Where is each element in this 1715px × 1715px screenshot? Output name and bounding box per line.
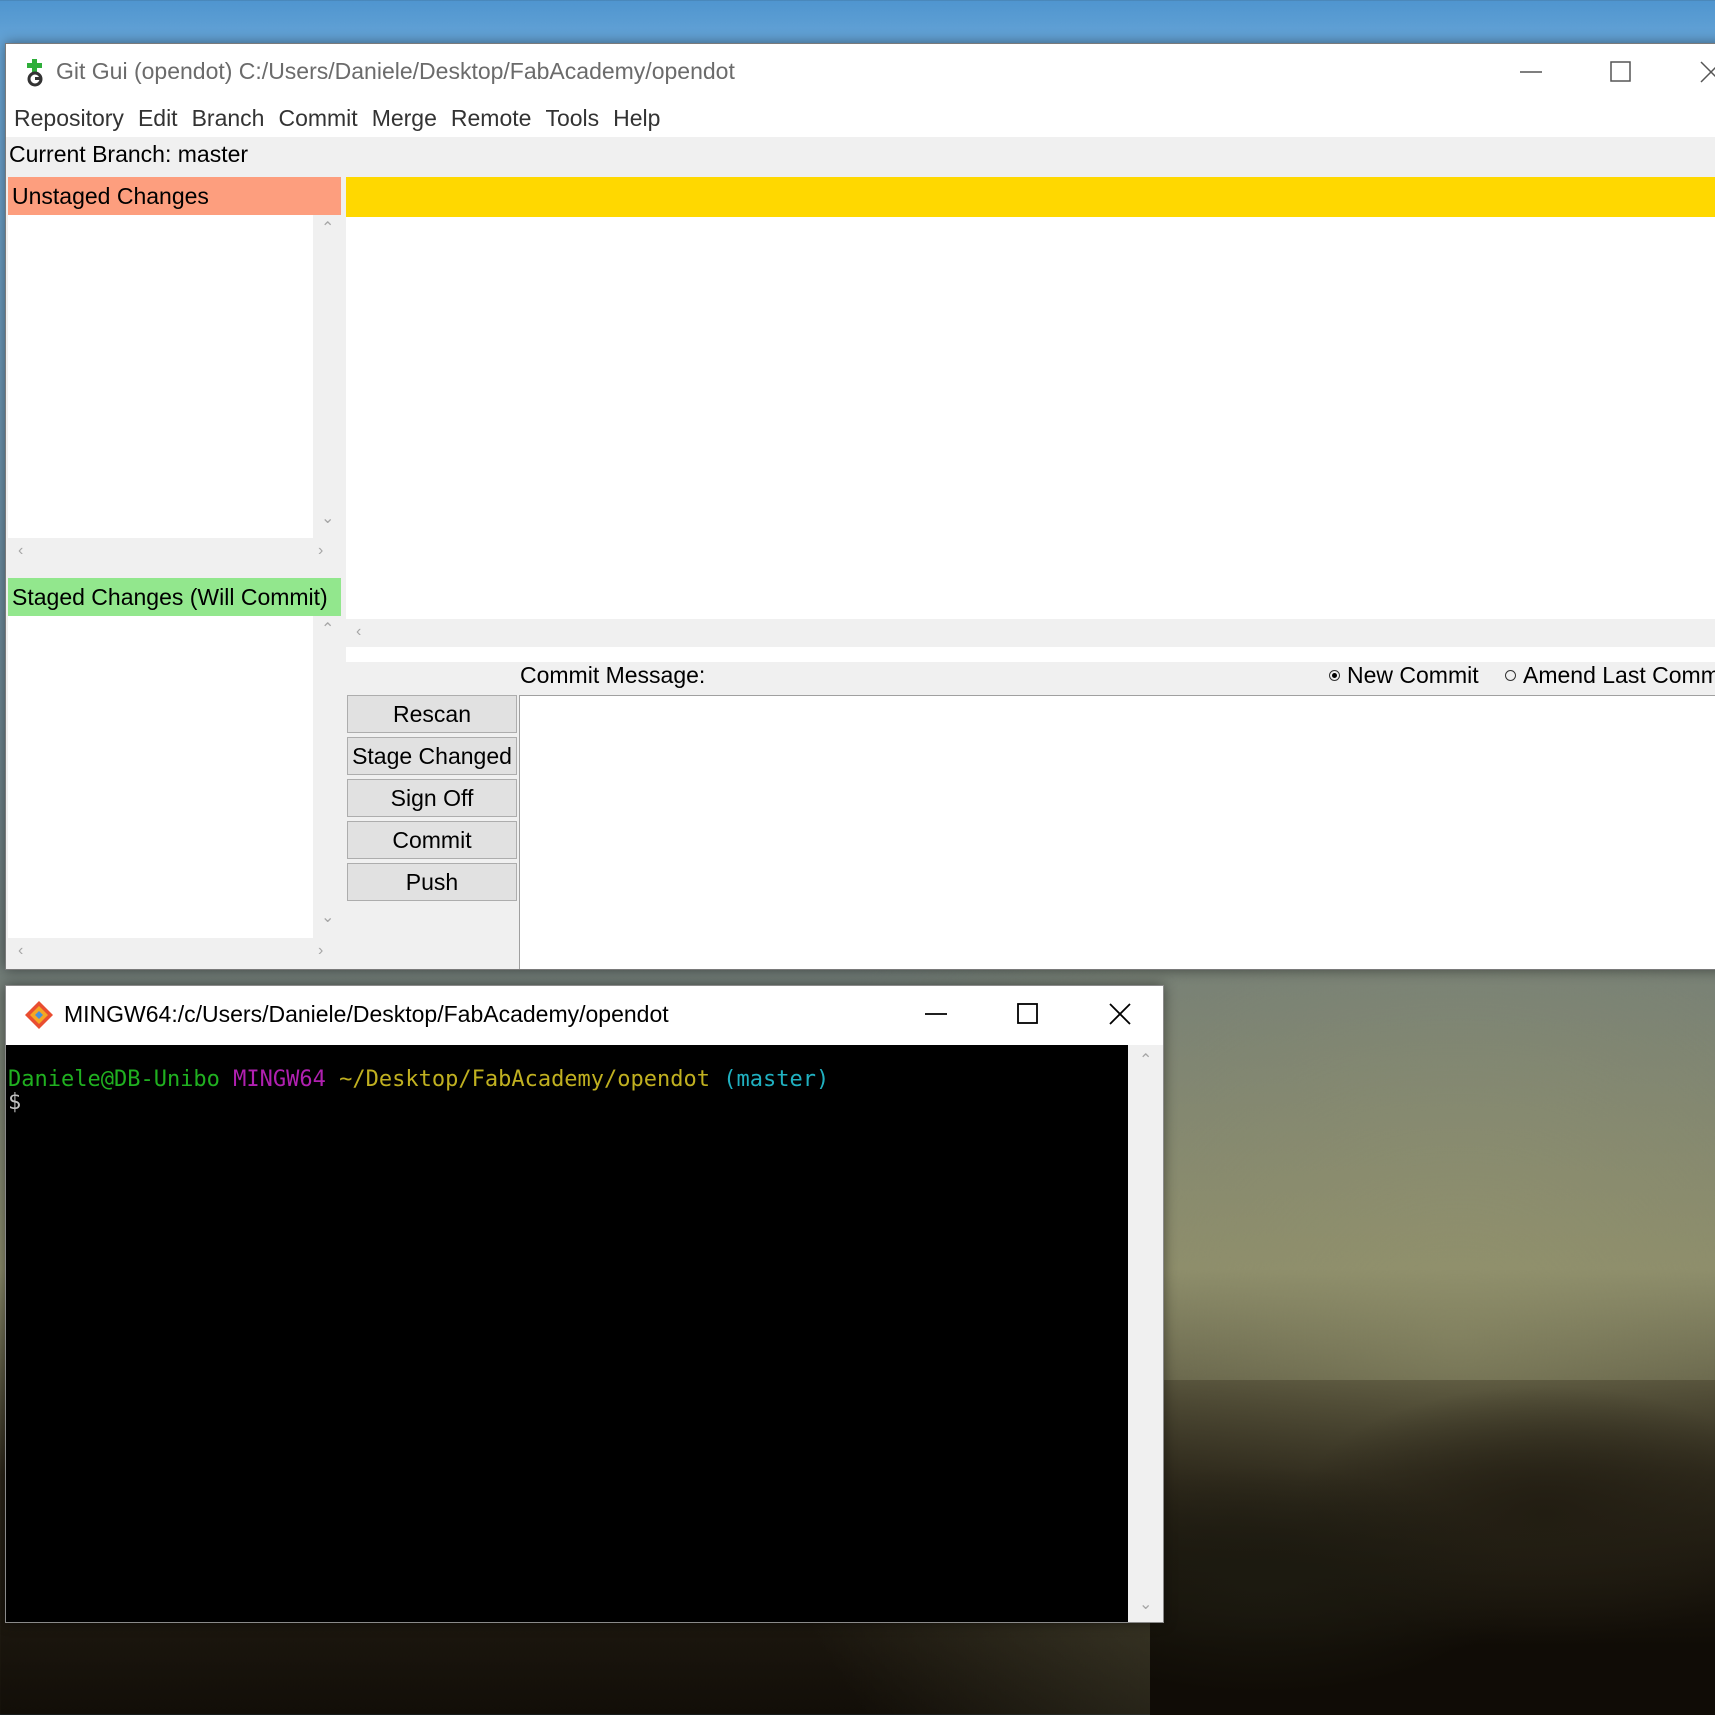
git-bash-app-icon [24,1000,54,1030]
git-gui-window: Git Gui (opendot) C:/Users/Daniele/Deskt… [5,43,1715,970]
staged-file-list[interactable] [8,616,313,938]
scroll-down-icon[interactable]: ⌄ [1139,1597,1152,1613]
staged-hscrollbar[interactable]: ‹ › [8,938,341,966]
scroll-down-icon[interactable]: ⌄ [321,511,334,527]
menu-bar: Repository Edit Branch Commit Merge Remo… [6,99,1715,137]
mingw-titlebar[interactable]: MINGW64:/c/Users/Daniele/Desktop/FabAcad… [6,986,1163,1043]
git-gui-title: Git Gui (opendot) C:/Users/Daniele/Deskt… [56,58,735,84]
scroll-up-icon[interactable]: ⌃ [321,221,334,237]
unstaged-changes-header: Unstaged Changes [8,177,341,215]
scroll-right-icon[interactable]: › [318,943,323,959]
sign-off-button[interactable]: Sign Off [347,779,517,817]
menu-help[interactable]: Help [613,105,660,132]
menu-branch[interactable]: Branch [192,105,265,132]
prompt-user: Daniele@DB-Unibo [8,1067,220,1092]
diff-hscrollbar[interactable]: ‹ [346,619,1715,647]
new-commit-label: New Commit [1347,662,1479,688]
menu-remote[interactable]: Remote [451,105,532,132]
rescan-button[interactable]: Rescan [347,695,517,733]
desktop-wallpaper [1150,1380,1715,1715]
unstaged-file-list[interactable] [8,215,313,538]
prompt-line: Daniele@DB-Unibo MINGW64 ~/Desktop/FabAc… [8,1067,829,1092]
scroll-up-icon[interactable]: ⌃ [321,622,334,638]
commit-message-input[interactable] [519,695,1715,969]
terminal-vscrollbar[interactable]: ⌃ ⌄ [1128,1045,1163,1622]
scroll-left-icon[interactable]: ‹ [18,943,23,959]
maximize-button[interactable] [1576,44,1666,99]
amend-commit-label: Amend Last Comm [1523,662,1715,688]
stage-changed-button[interactable]: Stage Changed [347,737,517,775]
terminal-output[interactable]: Daniele@DB-Unibo MINGW64 ~/Desktop/FabAc… [6,1045,1128,1622]
commit-message-label: Commit Message: [520,662,706,688]
menu-commit[interactable]: Commit [278,105,357,132]
diff-view[interactable] [346,217,1715,662]
prompt-branch: (master) [723,1067,830,1092]
minimize-button[interactable] [1486,44,1576,99]
scroll-left-icon[interactable]: ‹ [18,543,23,559]
push-button[interactable]: Push [347,863,517,901]
radio-unselected-icon [1505,670,1516,681]
mingw-terminal-window: MINGW64:/c/Users/Daniele/Desktop/FabAcad… [5,985,1164,1623]
commit-button[interactable]: Commit [347,821,517,859]
current-branch-label: Current Branch: master [9,141,249,167]
radio-selected-icon [1329,670,1340,681]
menu-repository[interactable]: Repository [14,105,124,132]
scroll-up-icon[interactable]: ⌃ [1139,1053,1152,1069]
scroll-down-icon[interactable]: ⌄ [321,910,334,926]
mingw-title: MINGW64:/c/Users/Daniele/Desktop/FabAcad… [64,1001,669,1027]
close-button[interactable] [1075,986,1165,1041]
menu-tools[interactable]: Tools [545,105,599,132]
menu-edit[interactable]: Edit [138,105,178,132]
scroll-left-icon[interactable]: ‹ [356,624,361,640]
prompt-symbol: $ [8,1090,22,1115]
staged-vscrollbar[interactable]: ⌃ ⌄ [313,616,341,938]
amend-commit-radio[interactable]: Amend Last Comm [1505,662,1715,689]
unstaged-hscrollbar[interactable]: ‹ › [8,538,341,566]
staged-changes-header: Staged Changes (Will Commit) [8,578,341,616]
minimize-button[interactable] [891,986,981,1041]
new-commit-radio[interactable]: New Commit [1329,662,1479,689]
git-gui-titlebar[interactable]: Git Gui (opendot) C:/Users/Daniele/Deskt… [6,44,1715,99]
close-button[interactable] [1666,44,1715,99]
git-gui-app-icon [24,58,46,86]
scroll-right-icon[interactable]: › [318,543,323,559]
menu-merge[interactable]: Merge [372,105,437,132]
maximize-button[interactable] [983,986,1073,1041]
prompt-env: MINGW64 [233,1067,326,1092]
unstaged-vscrollbar[interactable]: ⌃ ⌄ [313,215,341,538]
diff-header-bar [346,177,1715,217]
prompt-path: ~/Desktop/FabAcademy/opendot [339,1067,711,1092]
